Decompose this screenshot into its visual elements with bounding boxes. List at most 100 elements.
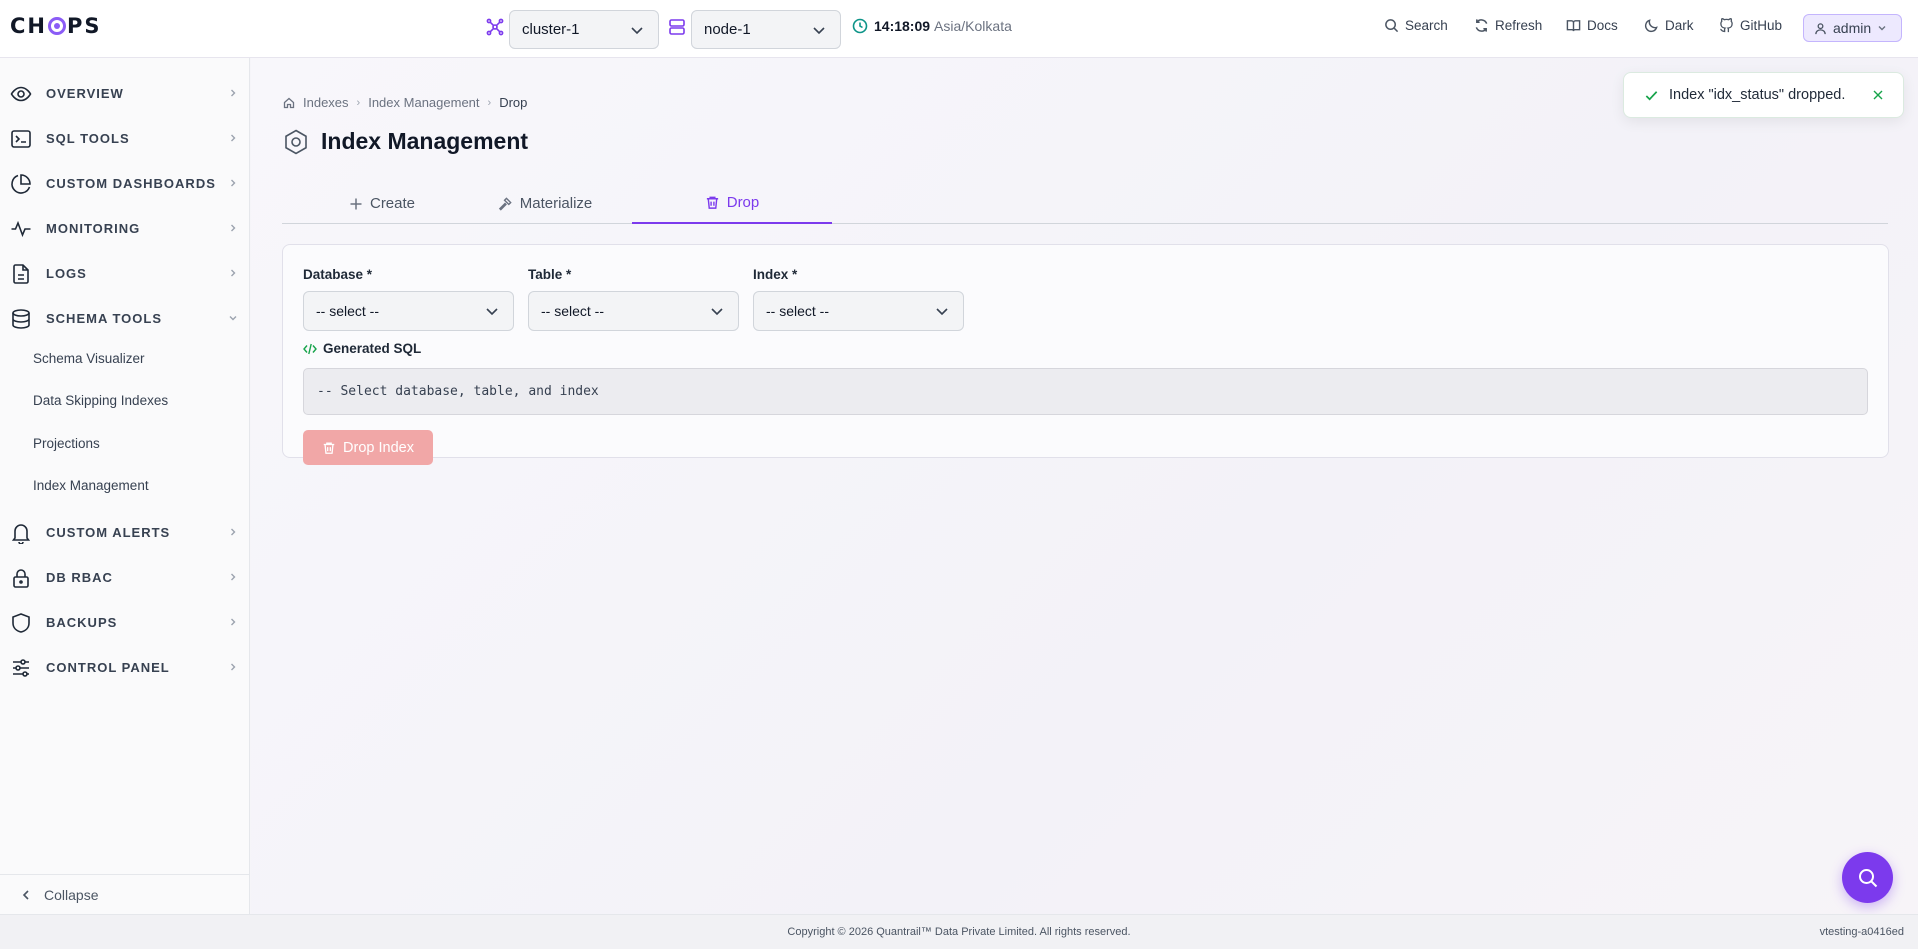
eye-icon <box>10 86 32 102</box>
sidebar-subitem-index-management[interactable]: Index Management <box>33 478 149 493</box>
search-button[interactable]: Search <box>1384 18 1448 33</box>
github-button-label: GitHub <box>1740 18 1783 33</box>
top-bar: CH PS cluster-1 node-1 14:18:09 Asia/Kolk… <box>0 0 1918 58</box>
chevron-right-icon <box>231 224 236 232</box>
search-icon <box>1385 19 1399 33</box>
chevron-down-icon <box>229 316 237 321</box>
sidebar-item-logs[interactable]: LOGS <box>0 256 250 290</box>
dark-mode-label: Dark <box>1665 18 1694 33</box>
sidebar-item-backups[interactable]: BACKUPS <box>0 605 250 639</box>
breadcrumb: Indexes › Index Management › Drop <box>283 95 527 110</box>
clock-time: 14:18:09 <box>874 18 931 34</box>
sidebar-item-label: DB RBAC <box>46 569 113 585</box>
sliders-icon <box>13 659 29 677</box>
trash-icon <box>706 196 718 209</box>
tab-label: Drop <box>726 194 760 211</box>
close-icon[interactable] <box>1871 88 1885 102</box>
chevron-down-icon <box>631 27 643 35</box>
breadcrumb-index-management[interactable]: Index Management <box>368 95 479 110</box>
tab-materialize[interactable]: Materialize <box>445 183 645 224</box>
chevron-down-icon <box>813 27 825 35</box>
index-select[interactable]: -- select -- <box>753 291 964 331</box>
tab-label: Create <box>369 195 416 212</box>
terminal-icon <box>11 130 31 148</box>
hammer-icon <box>498 197 512 211</box>
sidebar-item-label: BACKUPS <box>46 614 118 630</box>
sidebar-subitem-projections[interactable]: Projections <box>33 436 100 451</box>
sidebar-item-label: LOGS <box>46 265 87 281</box>
table-select-value: -- select -- <box>541 303 604 319</box>
collapse-label: Collapse <box>44 886 99 903</box>
sidebar-collapse-button[interactable]: Collapse <box>0 874 250 914</box>
table-select[interactable]: -- select -- <box>528 291 739 331</box>
github-button[interactable]: GitHub <box>1719 18 1782 33</box>
cluster-select[interactable]: cluster-1 <box>509 10 659 49</box>
user-icon <box>1815 22 1826 34</box>
footer-copyright: Copyright © 2026 Quantrail™ Data Private… <box>787 926 1131 938</box>
sidebar-item-sql-tools[interactable]: SQL TOOLS <box>0 121 250 155</box>
drop-index-button[interactable]: Drop Index <box>303 430 433 465</box>
docs-button-label: Docs <box>1587 18 1618 33</box>
file-text-icon <box>13 264 29 284</box>
sidebar-item-label: MONITORING <box>46 220 141 236</box>
drop-index-form: Database * -- select -- Table * -- selec… <box>282 244 1889 465</box>
chevron-right-icon <box>231 618 236 626</box>
sidebar-item-db-rbac[interactable]: DB RBAC <box>0 560 250 594</box>
pie-chart-icon <box>11 174 31 194</box>
moon-icon <box>1644 19 1658 33</box>
sidebar-item-label: SQL TOOLS <box>46 130 130 146</box>
cluster-select-value: cluster-1 <box>522 21 580 38</box>
clock-display: 14:18:09 Asia/Kolkata <box>852 18 1012 34</box>
chevron-right-icon <box>231 663 236 671</box>
database-select-value: -- select -- <box>316 303 379 319</box>
chevron-right-icon <box>231 269 236 277</box>
book-icon <box>1566 20 1581 32</box>
chevron-right-icon <box>231 573 236 581</box>
sidebar-item-schema-tools[interactable]: SCHEMA TOOLS <box>0 301 250 335</box>
database-select[interactable]: -- select -- <box>303 291 514 331</box>
search-fab-button[interactable] <box>1842 852 1893 903</box>
check-icon <box>1645 90 1658 100</box>
hexagon-icon <box>285 129 307 154</box>
lock-icon <box>13 569 29 588</box>
index-label: Index * <box>753 267 798 282</box>
tab-bar: Create Materialize Drop <box>282 183 1888 224</box>
node-select-value: node-1 <box>704 21 751 38</box>
page-header: Index Management <box>283 128 528 155</box>
activity-icon <box>11 220 31 238</box>
breadcrumb-separator: › <box>487 96 492 109</box>
dark-mode-toggle[interactable]: Dark <box>1644 18 1694 33</box>
sidebar-item-custom-dashboards[interactable]: CUSTOM DASHBOARDS <box>0 166 250 200</box>
sidebar-item-monitoring[interactable]: MONITORING <box>0 211 250 245</box>
chevron-down-icon <box>936 308 948 316</box>
app-logo[interactable]: CH PS <box>10 14 102 38</box>
refresh-button[interactable]: Refresh <box>1474 18 1542 33</box>
chevron-down-icon <box>486 308 498 316</box>
sidebar-subitem-data-skipping-indexes[interactable]: Data Skipping Indexes <box>33 393 168 408</box>
chevron-down-icon <box>1878 26 1886 31</box>
sidebar-subitem-schema-visualizer[interactable]: Schema Visualizer <box>33 351 145 366</box>
tab-drop[interactable]: Drop <box>632 183 832 224</box>
sidebar-item-label: CUSTOM DASHBOARDS <box>46 175 216 191</box>
sidebar-item-label: SCHEMA TOOLS <box>46 310 163 326</box>
sidebar-item-custom-alerts[interactable]: CUSTOM ALERTS <box>0 515 250 549</box>
docs-button[interactable]: Docs <box>1566 18 1618 33</box>
trash-icon <box>323 442 335 454</box>
database-label: Database * <box>303 267 373 282</box>
user-menu-button[interactable]: admin <box>1803 14 1902 42</box>
footer-version: vtesting-a0416ed <box>1819 926 1904 938</box>
breadcrumb-indexes[interactable]: Indexes <box>303 95 349 110</box>
plus-icon <box>350 198 362 209</box>
search-button-label: Search <box>1405 18 1448 33</box>
user-name: admin <box>1833 20 1872 36</box>
bell-icon <box>11 524 31 544</box>
node-select[interactable]: node-1 <box>691 10 841 49</box>
sidebar-item-label: CONTROL PANEL <box>46 659 170 675</box>
breadcrumb-separator: › <box>356 96 361 109</box>
server-icon <box>668 18 686 36</box>
index-select-value: -- select -- <box>766 303 829 319</box>
generated-sql-label: Generated SQL <box>323 341 422 356</box>
clock-icon <box>852 18 868 34</box>
sidebar-item-overview[interactable]: OVERVIEW <box>0 76 250 110</box>
sidebar-item-control-panel[interactable]: CONTROL PANEL <box>0 650 250 684</box>
